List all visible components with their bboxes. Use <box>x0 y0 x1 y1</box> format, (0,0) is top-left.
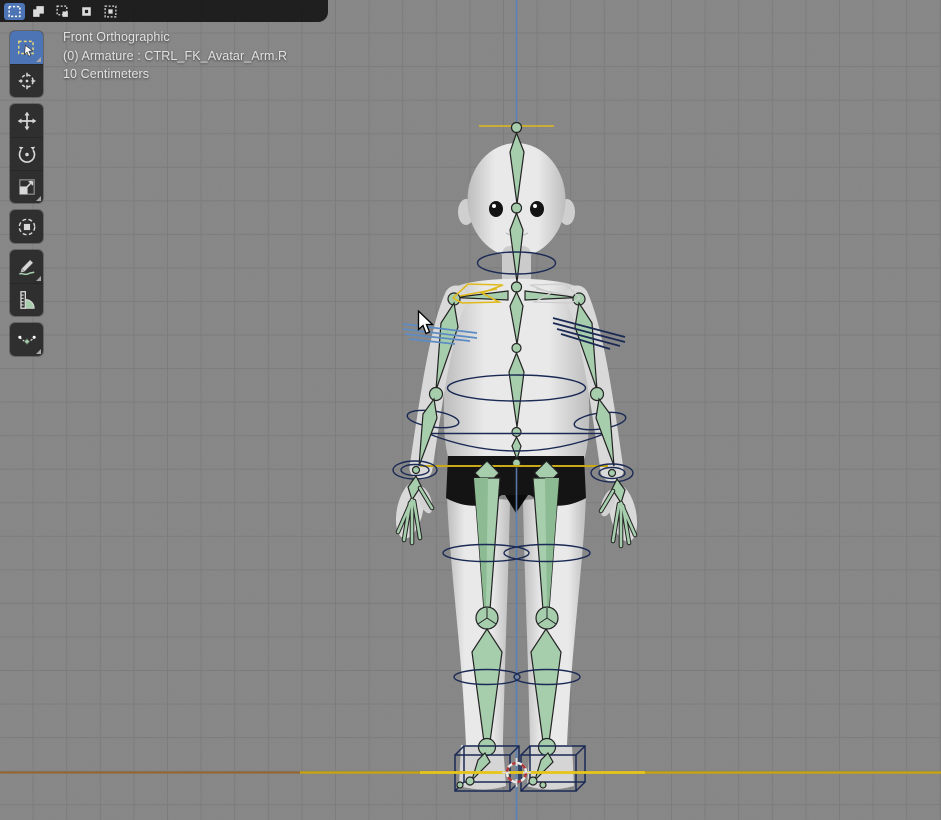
select-subtract-icon <box>55 4 70 19</box>
select-mode-invert-button[interactable] <box>76 3 97 20</box>
select-set-icon <box>7 4 22 19</box>
tool-transform[interactable] <box>10 210 43 243</box>
select-extend-icon <box>31 4 46 19</box>
bone-knee-left[interactable] <box>536 607 558 629</box>
viewport-overlay-text: Front Orthographic (0) Armature : CTRL_F… <box>63 28 287 84</box>
bone-knee-right[interactable] <box>476 607 498 629</box>
tool-pose-breakdowner[interactable] <box>10 323 43 356</box>
active-object-label: (0) Armature : CTRL_FK_Avatar_Arm.R <box>63 47 287 66</box>
select-mode-bar <box>0 0 328 22</box>
rotate-icon <box>16 143 38 165</box>
tool-rotate[interactable] <box>10 137 43 170</box>
select-mode-subtract-button[interactable] <box>52 3 73 20</box>
select-intersect-icon <box>103 4 118 19</box>
3d-viewport[interactable]: Front Orthographic (0) Armature : CTRL_F… <box>0 0 941 820</box>
select-mode-extend-button[interactable] <box>28 3 49 20</box>
tool-select-box[interactable] <box>10 31 43 64</box>
tool-scale[interactable] <box>10 170 43 203</box>
grid-scale-label: 10 Centimeters <box>63 65 287 84</box>
tool-cursor[interactable] <box>10 64 43 97</box>
annotate-icon <box>16 256 38 278</box>
tool-toolbar <box>10 31 43 356</box>
scale-icon <box>16 176 38 198</box>
select-mode-intersect-button[interactable] <box>100 3 121 20</box>
tool-measure[interactable] <box>10 283 43 316</box>
move-icon <box>16 110 38 132</box>
tool-annotate[interactable] <box>10 250 43 283</box>
select-mode-set-button[interactable] <box>4 3 25 20</box>
mouse-cursor <box>417 310 437 336</box>
pose-breakdowner-icon <box>16 329 38 351</box>
select-invert-icon <box>79 4 94 19</box>
tool-move[interactable] <box>10 104 43 137</box>
cursor-tool-icon <box>16 70 38 92</box>
measure-icon <box>16 289 38 311</box>
select-box-icon <box>16 37 38 59</box>
viewport-scene <box>0 0 941 820</box>
view-name-label: Front Orthographic <box>63 28 287 47</box>
transform-icon <box>16 216 38 238</box>
